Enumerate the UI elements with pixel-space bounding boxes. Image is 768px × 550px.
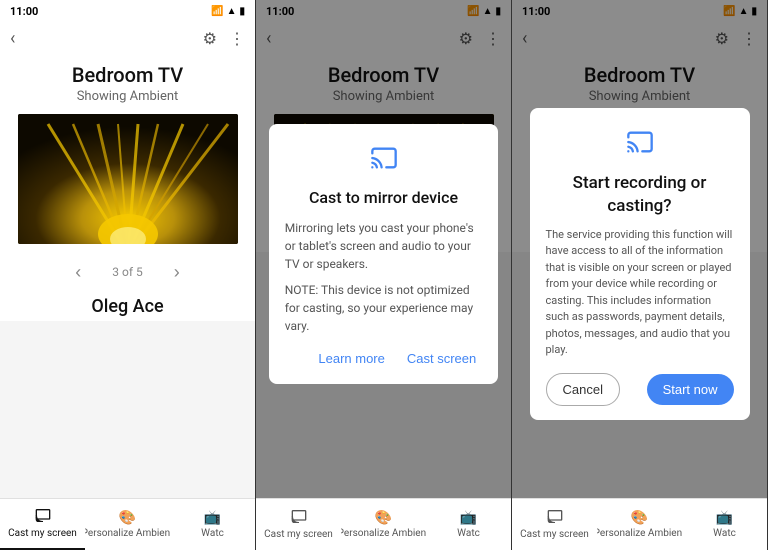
tab-watch-label-1: Watc	[201, 528, 224, 539]
learn-more-button[interactable]: Learn more	[312, 347, 390, 370]
bottom-tabs-1: Cast my screen 🎨 Personalize Ambient 📺 W…	[0, 498, 255, 550]
prev-button-1[interactable]: ‹	[64, 258, 92, 286]
tab-cast-label-2: Cast my screen	[264, 529, 333, 540]
tab-personalize-1[interactable]: 🎨 Personalize Ambient	[85, 499, 170, 550]
tab-cast-screen-3[interactable]: Cast my screen	[512, 499, 597, 550]
dialog-title-2: Cast to mirror device	[285, 188, 483, 209]
dialog-note-2: NOTE: This device is not optimized for c…	[285, 281, 483, 335]
cast-tab-icon-3	[547, 509, 563, 527]
tv-image-inner-1	[18, 114, 238, 244]
back-chevron-icon-1[interactable]: ‹	[10, 28, 15, 49]
status-icons-1: 📶 ▲ ▮	[211, 6, 245, 17]
cast-tab-icon-1	[35, 508, 51, 526]
start-recording-dialog: Start recording or casting? The service …	[530, 108, 750, 419]
personalize-tab-icon-1: 🎨	[119, 510, 136, 526]
next-button-1[interactable]: ›	[163, 258, 191, 286]
bottom-tabs-3: Cast my screen 🎨 Personalize Ambient 📺 W…	[512, 498, 767, 550]
spacer-1	[0, 321, 255, 498]
tab-personalize-2[interactable]: 🎨 Personalize Ambient	[341, 499, 426, 550]
counter-nav-1: ‹ 3 of 5 ›	[0, 252, 255, 292]
device-subtitle-1: Showing Ambient	[0, 89, 255, 104]
tab-personalize-label-1: Personalize Ambient	[85, 528, 170, 539]
phone-panel-2: 11:00 📶 ▲ ▮ ‹ ⚙ ⋮ Bedroom TV Showing Amb…	[256, 0, 512, 550]
device-title-1: Bedroom TV	[0, 63, 255, 87]
sim-icon: 📶	[211, 6, 223, 17]
tab-personalize-3[interactable]: 🎨 Personalize Ambient	[597, 499, 682, 550]
ambient-image-svg-1	[18, 114, 238, 244]
action-right-icons-1: ⚙ ⋮	[203, 29, 245, 48]
image-counter-1: 3 of 5	[112, 265, 142, 279]
watch-icon-2: 📺	[460, 510, 477, 526]
tab-cast-screen-1[interactable]: Cast my screen	[0, 499, 85, 550]
personalize-icon-3: 🎨	[631, 510, 648, 526]
tab-cast-screen-label-1: Cast my screen	[8, 528, 77, 539]
watch-tab-icon-1: 📺	[204, 510, 221, 526]
image-container-1	[0, 106, 255, 252]
cast-mirror-dialog: Cast to mirror device Mirroring lets you…	[269, 124, 499, 384]
tab-watch-label-2: Watc	[457, 528, 480, 539]
dialog-overlay-3: Start recording or casting? The service …	[512, 0, 767, 550]
wifi-icon: ▲	[227, 6, 237, 17]
tab-personalize-label-3: Personalize Ambient	[597, 528, 682, 539]
artist-name-1: Oleg Ace	[0, 292, 255, 321]
dialog-cast-icon-3	[546, 128, 734, 162]
bottom-tabs-2: Cast my screen 🎨 Personalize Ambient 📺 W…	[256, 498, 511, 550]
tv-image-1	[18, 114, 238, 244]
status-time-1: 11:00	[10, 5, 38, 18]
tab-watch-1[interactable]: 📺 Watc	[170, 499, 255, 550]
cancel-button-3[interactable]: Cancel	[546, 373, 620, 406]
dialog-body-3: The service providing this function will…	[546, 227, 734, 359]
dialog-body-2: Mirroring lets you cast your phone's or …	[285, 219, 483, 335]
action-bar-1: ‹ ⚙ ⋮	[0, 22, 255, 55]
dialog-actions-2: Learn more Cast screen	[285, 347, 483, 370]
phone-panel-1: 11:00 📶 ▲ ▮ ‹ ⚙ ⋮ Bedroom TV Showing Amb…	[0, 0, 256, 550]
battery-icon: ▮	[239, 6, 245, 17]
dialog-actions-3: Cancel Start now	[546, 373, 734, 406]
watch-icon-3: 📺	[716, 510, 733, 526]
start-now-button[interactable]: Start now	[647, 374, 734, 405]
more-dots-icon-1[interactable]: ⋮	[229, 29, 245, 48]
dialog-overlay-2: Cast to mirror device Mirroring lets you…	[256, 0, 511, 550]
title-area-1: Bedroom TV Showing Ambient	[0, 55, 255, 106]
phone-panel-3: 11:00 📶 ▲ ▮ ‹ ⚙ ⋮ Bedroom TV Showing Amb…	[512, 0, 768, 550]
tab-personalize-label-2: Personalize Ambient	[341, 528, 426, 539]
dialog-title-3: Start recording or casting?	[546, 172, 734, 216]
tab-watch-2[interactable]: 📺 Watc	[426, 499, 511, 550]
cast-tab-icon-2	[291, 509, 307, 527]
tab-cast-screen-2[interactable]: Cast my screen	[256, 499, 341, 550]
tab-cast-label-3: Cast my screen	[520, 529, 589, 540]
personalize-icon-2: 🎨	[375, 510, 392, 526]
dialog-cast-icon-2	[285, 144, 483, 178]
tab-watch-3[interactable]: 📺 Watc	[682, 499, 767, 550]
settings-gear-icon-1[interactable]: ⚙	[203, 29, 217, 48]
status-bar-1: 11:00 📶 ▲ ▮	[0, 0, 255, 22]
cast-screen-button[interactable]: Cast screen	[401, 347, 482, 370]
tab-watch-label-3: Watc	[713, 528, 736, 539]
